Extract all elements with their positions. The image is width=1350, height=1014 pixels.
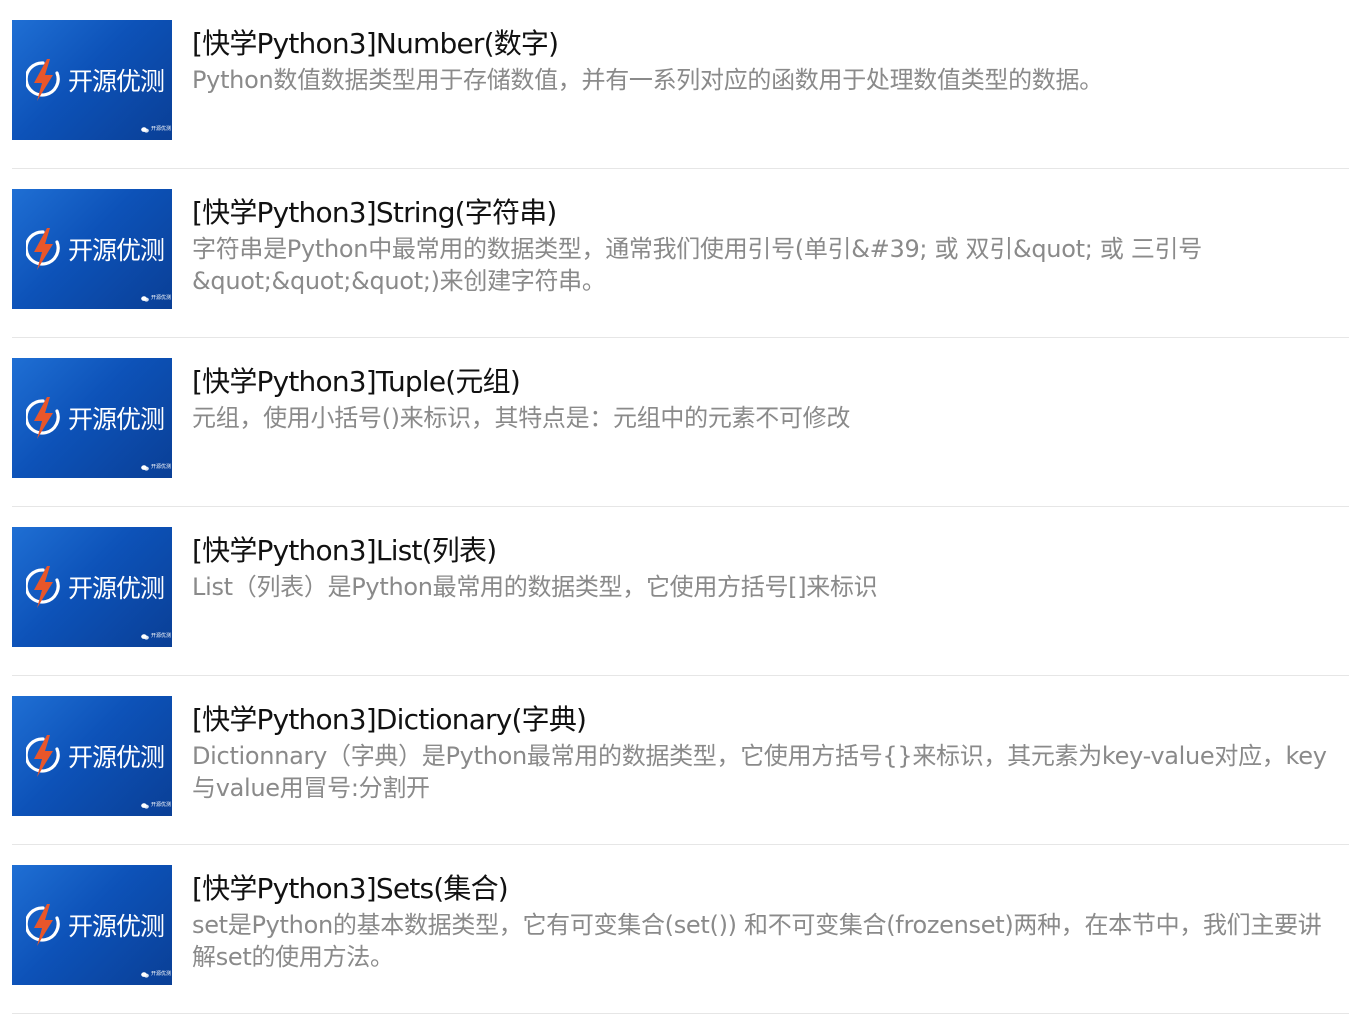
thumbnail-brand: 开源优测 [68,236,165,265]
lightning-ring-logo-icon [26,228,60,270]
wechat-icon [141,803,149,809]
thumbnail-watermark: 开源优测 [151,464,172,470]
wechat-icon [141,634,149,640]
article-title[interactable]: [快学Python3]Sets(集合) [192,869,1339,909]
thumbnail-watermark: 开源优测 [151,633,172,639]
thumbnail-brand: 开源优测 [68,67,165,96]
article-title[interactable]: [快学Python3]Number(数字) [192,24,1339,64]
article-item-4[interactable]: 开源优测 开源优测 [快学Python3]List(列表) List（列表）是P… [12,507,1349,676]
article-title[interactable]: [快学Python3]List(列表) [192,531,1339,571]
article-item-2[interactable]: 开源优测 开源优测 [快学Python3]String(字符串) 字符串是Pyt… [12,169,1349,338]
lightning-ring-logo-icon [26,735,60,777]
article-thumbnail[interactable]: 开源优测 开源优测 [12,20,172,140]
wechat-icon [141,296,149,302]
thumbnail-brand: 开源优测 [68,574,165,603]
article-title[interactable]: [快学Python3]Dictionary(字典) [192,700,1339,740]
article-item-1[interactable]: 开源优测 开源优测 [快学Python3]Number(数字) Python数值… [12,0,1349,169]
article-thumbnail[interactable]: 开源优测 开源优测 [12,527,172,647]
article-title[interactable]: [快学Python3]String(字符串) [192,193,1339,233]
article-item-6[interactable]: 开源优测 开源优测 [快学Python3]Sets(集合) set是Python… [12,845,1349,1014]
thumbnail-watermark: 开源优测 [151,802,172,808]
article-text: [快学Python3]Dictionary(字典) Dictionnary（字典… [192,700,1339,804]
article-thumbnail[interactable]: 开源优测 开源优测 [12,696,172,816]
thumbnail-brand: 开源优测 [68,743,165,772]
article-item-3[interactable]: 开源优测 开源优测 [快学Python3]Tuple(元组) 元组，使用小括号(… [12,338,1349,507]
article-text: [快学Python3]Number(数字) Python数值数据类型用于存储数值… [192,24,1339,96]
article-description: List（列表）是Python最常用的数据类型，它使用方括号[]来标识 [192,573,878,601]
article-thumbnail[interactable]: 开源优测 开源优测 [12,189,172,309]
article-description: 元组，使用小括号()来标识，其特点是：元组中的元素不可修改 [192,404,851,432]
article-thumbnail[interactable]: 开源优测 开源优测 [12,865,172,985]
wechat-icon [141,127,149,133]
lightning-ring-logo-icon [26,59,60,101]
thumbnail-watermark: 开源优测 [151,126,172,132]
article-thumbnail[interactable]: 开源优测 开源优测 [12,358,172,478]
lightning-ring-logo-icon [26,904,60,946]
article-description: Dictionnary（字典）是Python最常用的数据类型，它使用方括号{}来… [192,742,1327,802]
article-description: set是Python的基本数据类型，它有可变集合(set()) 和不可变集合(f… [192,911,1322,971]
thumbnail-watermark: 开源优测 [151,971,172,977]
article-description: Python数值数据类型用于存储数值，并有一系列对应的函数用于处理数值类型的数据… [192,66,1103,94]
thumbnail-brand: 开源优测 [68,405,165,434]
article-item-5[interactable]: 开源优测 开源优测 [快学Python3]Dictionary(字典) Dict… [12,676,1349,845]
article-text: [快学Python3]Tuple(元组) 元组，使用小括号()来标识，其特点是：… [192,362,1339,434]
thumbnail-watermark: 开源优测 [151,295,172,301]
article-title[interactable]: [快学Python3]Tuple(元组) [192,362,1339,402]
wechat-icon [141,972,149,978]
article-text: [快学Python3]List(列表) List（列表）是Python最常用的数… [192,531,1339,603]
lightning-ring-logo-icon [26,397,60,439]
thumbnail-brand: 开源优测 [68,912,165,941]
lightning-ring-logo-icon [26,566,60,608]
article-description: 字符串是Python中最常用的数据类型，通常我们使用引号(单引&#39; 或 双… [192,235,1202,295]
article-text: [快学Python3]String(字符串) 字符串是Python中最常用的数据… [192,193,1339,297]
article-text: [快学Python3]Sets(集合) set是Python的基本数据类型，它有… [192,869,1339,973]
article-list: 开源优测 开源优测 [快学Python3]Number(数字) Python数值… [12,0,1349,1014]
wechat-icon [141,465,149,471]
